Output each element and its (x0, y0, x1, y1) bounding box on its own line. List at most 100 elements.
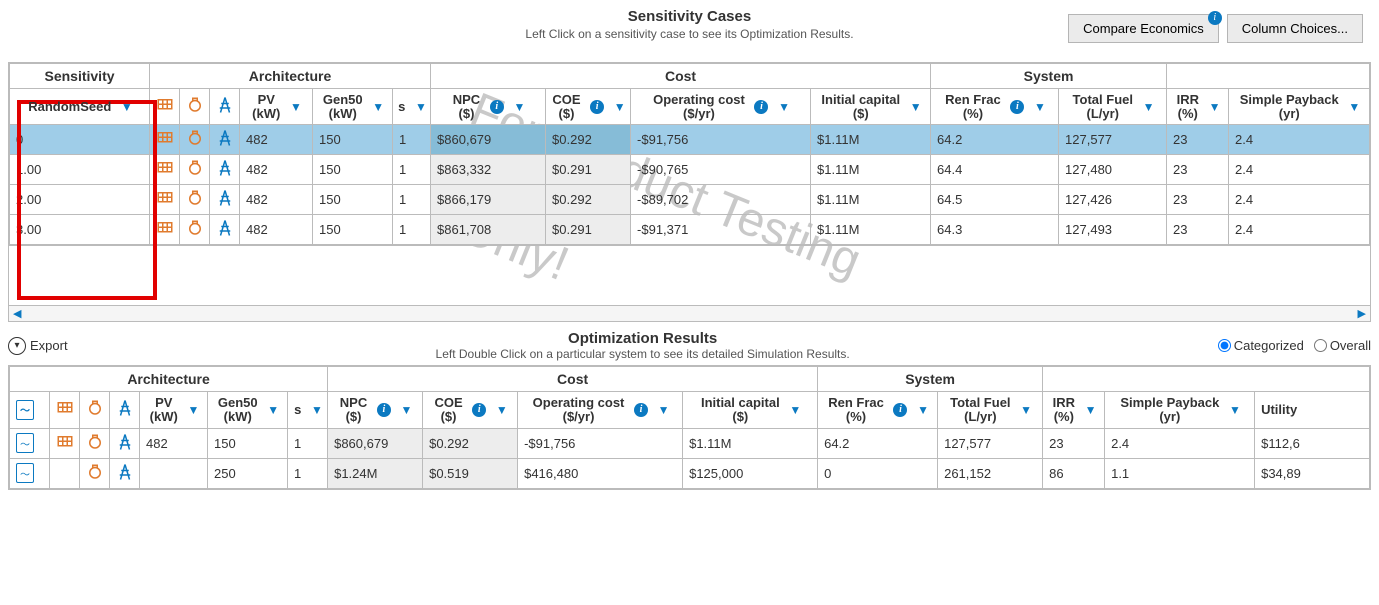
col-gen-2[interactable]: Gen50(kW) ▼ (208, 392, 288, 428)
filter-icon[interactable]: ▼ (187, 403, 199, 417)
detail-button[interactable]: 〜 (10, 428, 50, 458)
info-icon[interactable]: i (377, 403, 391, 417)
filter-icon[interactable]: ▼ (789, 403, 801, 417)
table-row[interactable]: 〜4821501$860,679$0.292-$91,756$1.11M64.2… (10, 428, 1370, 458)
cell-coe: $0.519 (423, 458, 518, 488)
info-icon[interactable]: i (1010, 100, 1024, 114)
col-coe[interactable]: COE($) i ▼ (546, 89, 631, 125)
cell-seed: 0 (10, 125, 150, 155)
col-s[interactable]: s ▼ (393, 89, 431, 125)
info-icon[interactable]: i (590, 100, 604, 114)
filter-icon[interactable]: ▼ (415, 100, 427, 114)
overall-radio[interactable]: Overall (1314, 338, 1371, 353)
col-irr-2[interactable]: IRR(%) ▼ (1043, 392, 1105, 428)
cell-gen: 150 (208, 428, 288, 458)
col-coe-2[interactable]: COE($) i ▼ (423, 392, 518, 428)
export-button[interactable]: ▾ Export (8, 337, 68, 355)
filter-icon[interactable]: ▼ (1229, 403, 1241, 417)
horizontal-scrollbar[interactable]: ◀▶ (8, 306, 1371, 322)
filter-icon[interactable]: ▼ (496, 403, 508, 417)
gen-icon (180, 215, 210, 245)
table-row[interactable]: 04821501$860,679$0.292-$91,756$1.11M64.2… (10, 125, 1370, 155)
filter-icon[interactable]: ▼ (614, 100, 626, 114)
filter-icon[interactable]: ▼ (1034, 100, 1046, 114)
col-initcap-2[interactable]: Initial capital($) ▼ (683, 392, 818, 428)
col-renfrac-2[interactable]: Ren Frac(%) i ▼ (818, 392, 938, 428)
cell-npc: $860,679 (431, 125, 546, 155)
filter-icon[interactable]: ▼ (372, 100, 384, 114)
info-icon[interactable]: i (634, 403, 648, 417)
filter-icon[interactable]: ▼ (1085, 403, 1097, 417)
cell-op: -$91,371 (631, 215, 811, 245)
gen-icon (80, 428, 110, 458)
col-s-2[interactable]: s ▼ (288, 392, 328, 428)
filter-icon[interactable]: ▼ (778, 100, 790, 114)
col-gen[interactable]: Gen50(kW) ▼ (313, 89, 393, 125)
col-randomseed[interactable]: RandomSeed ▼ (10, 89, 150, 125)
cell-pb: 2.4 (1229, 155, 1370, 185)
table-row[interactable]: 2.004821501$866,179$0.292-$89,702$1.11M6… (10, 185, 1370, 215)
col-grid-icon[interactable] (210, 89, 240, 125)
col-utility[interactable]: Utility (1255, 392, 1370, 428)
gen-icon (180, 185, 210, 215)
cell-pv: 482 (240, 125, 313, 155)
col-grid-icon-2[interactable] (110, 392, 140, 428)
cell-ren: 64.3 (931, 215, 1059, 245)
cell-npc: $861,708 (431, 215, 546, 245)
col-npc-2[interactable]: NPC($) i ▼ (328, 392, 423, 428)
filter-icon[interactable]: ▼ (513, 100, 525, 114)
table-row[interactable]: 1.004821501$863,332$0.291-$90,765$1.11M6… (10, 155, 1370, 185)
col-detail-icon[interactable]: 〜 (10, 392, 50, 428)
filter-icon[interactable]: ▼ (1209, 100, 1221, 114)
scroll-right-icon[interactable]: ▶ (1354, 307, 1370, 320)
col-irr[interactable]: IRR(%) ▼ (1167, 89, 1229, 125)
info-icon[interactable]: i (472, 403, 486, 417)
cell-irr: 23 (1167, 215, 1229, 245)
filter-icon[interactable]: ▼ (658, 403, 670, 417)
col-pv-2[interactable]: PV(kW) ▼ (140, 392, 208, 428)
cell-seed: 3.00 (10, 215, 150, 245)
cell-gen: 150 (313, 185, 393, 215)
compare-economics-button[interactable]: Compare Economicsi (1068, 14, 1219, 43)
col-pv-icon-2[interactable] (50, 392, 80, 428)
filter-icon[interactable]: ▼ (1348, 100, 1360, 114)
info-icon[interactable]: i (490, 100, 504, 114)
cell-npc: $866,179 (431, 185, 546, 215)
col-gen-icon-2[interactable] (80, 392, 110, 428)
column-choices-button[interactable]: Column Choices... (1227, 14, 1363, 43)
table-row[interactable]: 〜2501$1.24M$0.519$416,480$125,0000261,15… (10, 458, 1370, 488)
col-pv[interactable]: PV(kW) ▼ (240, 89, 313, 125)
col-opcost-2[interactable]: Operating cost($/yr) i ▼ (518, 392, 683, 428)
cell-coe: $0.292 (423, 428, 518, 458)
cell-npc: $863,332 (431, 155, 546, 185)
filter-icon[interactable]: ▼ (311, 403, 323, 417)
col-npc[interactable]: NPC($) i ▼ (431, 89, 546, 125)
categorized-radio[interactable]: Categorized (1218, 338, 1304, 353)
cell-fuel: 127,577 (938, 428, 1043, 458)
cell-s: 1 (393, 155, 431, 185)
grid-icon (210, 215, 240, 245)
detail-button[interactable]: 〜 (10, 458, 50, 488)
filter-icon[interactable]: ▼ (290, 100, 302, 114)
info-icon[interactable]: i (893, 403, 907, 417)
filter-icon[interactable]: ▼ (267, 403, 279, 417)
col-gen-icon[interactable] (180, 89, 210, 125)
info-icon[interactable]: i (754, 100, 768, 114)
filter-icon[interactable]: ▼ (1143, 100, 1155, 114)
filter-icon[interactable]: ▼ (917, 403, 929, 417)
col-renfrac[interactable]: Ren Frac(%) i ▼ (931, 89, 1059, 125)
col-totalfuel[interactable]: Total Fuel(L/yr) ▼ (1059, 89, 1167, 125)
col-pv-icon[interactable] (150, 89, 180, 125)
cell-npc: $860,679 (328, 428, 423, 458)
filter-icon[interactable]: ▼ (121, 100, 133, 114)
filter-icon[interactable]: ▼ (401, 403, 413, 417)
col-payback-2[interactable]: Simple Payback(yr) ▼ (1105, 392, 1255, 428)
col-initcap[interactable]: Initial capital($) ▼ (811, 89, 931, 125)
col-payback[interactable]: Simple Payback(yr) ▼ (1229, 89, 1370, 125)
filter-icon[interactable]: ▼ (910, 100, 922, 114)
table-row[interactable]: 3.004821501$861,708$0.291-$91,371$1.11M6… (10, 215, 1370, 245)
col-totalfuel-2[interactable]: Total Fuel(L/yr) ▼ (938, 392, 1043, 428)
scroll-left-icon[interactable]: ◀ (9, 307, 25, 320)
col-opcost[interactable]: Operating cost($/yr) i ▼ (631, 89, 811, 125)
filter-icon[interactable]: ▼ (1020, 403, 1032, 417)
